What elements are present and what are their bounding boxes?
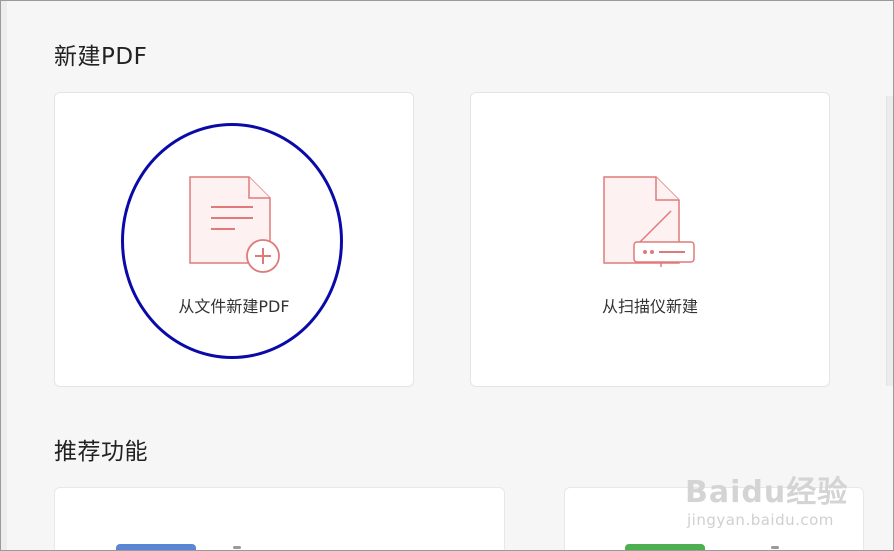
section-title-new-pdf: 新建PDF [54, 44, 148, 70]
new-from-scanner-card[interactable]: 从扫描仪新建 [470, 92, 830, 387]
new-from-scanner-label: 从扫描仪新建 [601, 297, 698, 316]
new-from-file-label: 从文件新建PDF [178, 297, 290, 316]
next-card-edge [886, 96, 893, 386]
scanner-icon [603, 176, 695, 267]
recommended-feature-card-2[interactable] [564, 487, 864, 550]
app-window: 新建PDF 从文件新建PDF 从扫描仪新建 推荐功能 Baidu经验 jingy… [0, 0, 894, 551]
section-title-recommended: 推荐功能 [54, 439, 148, 465]
new-from-file-card[interactable]: 从文件新建PDF [54, 92, 414, 387]
feature-tile-icon [625, 544, 705, 550]
feature-title-fragment [771, 546, 779, 549]
feature-title-fragment [233, 546, 241, 549]
left-panel-edge [1, 1, 7, 550]
recommended-feature-card-1[interactable] [54, 487, 505, 550]
feature-tile-icon [116, 544, 196, 550]
file-add-icon [189, 176, 280, 273]
